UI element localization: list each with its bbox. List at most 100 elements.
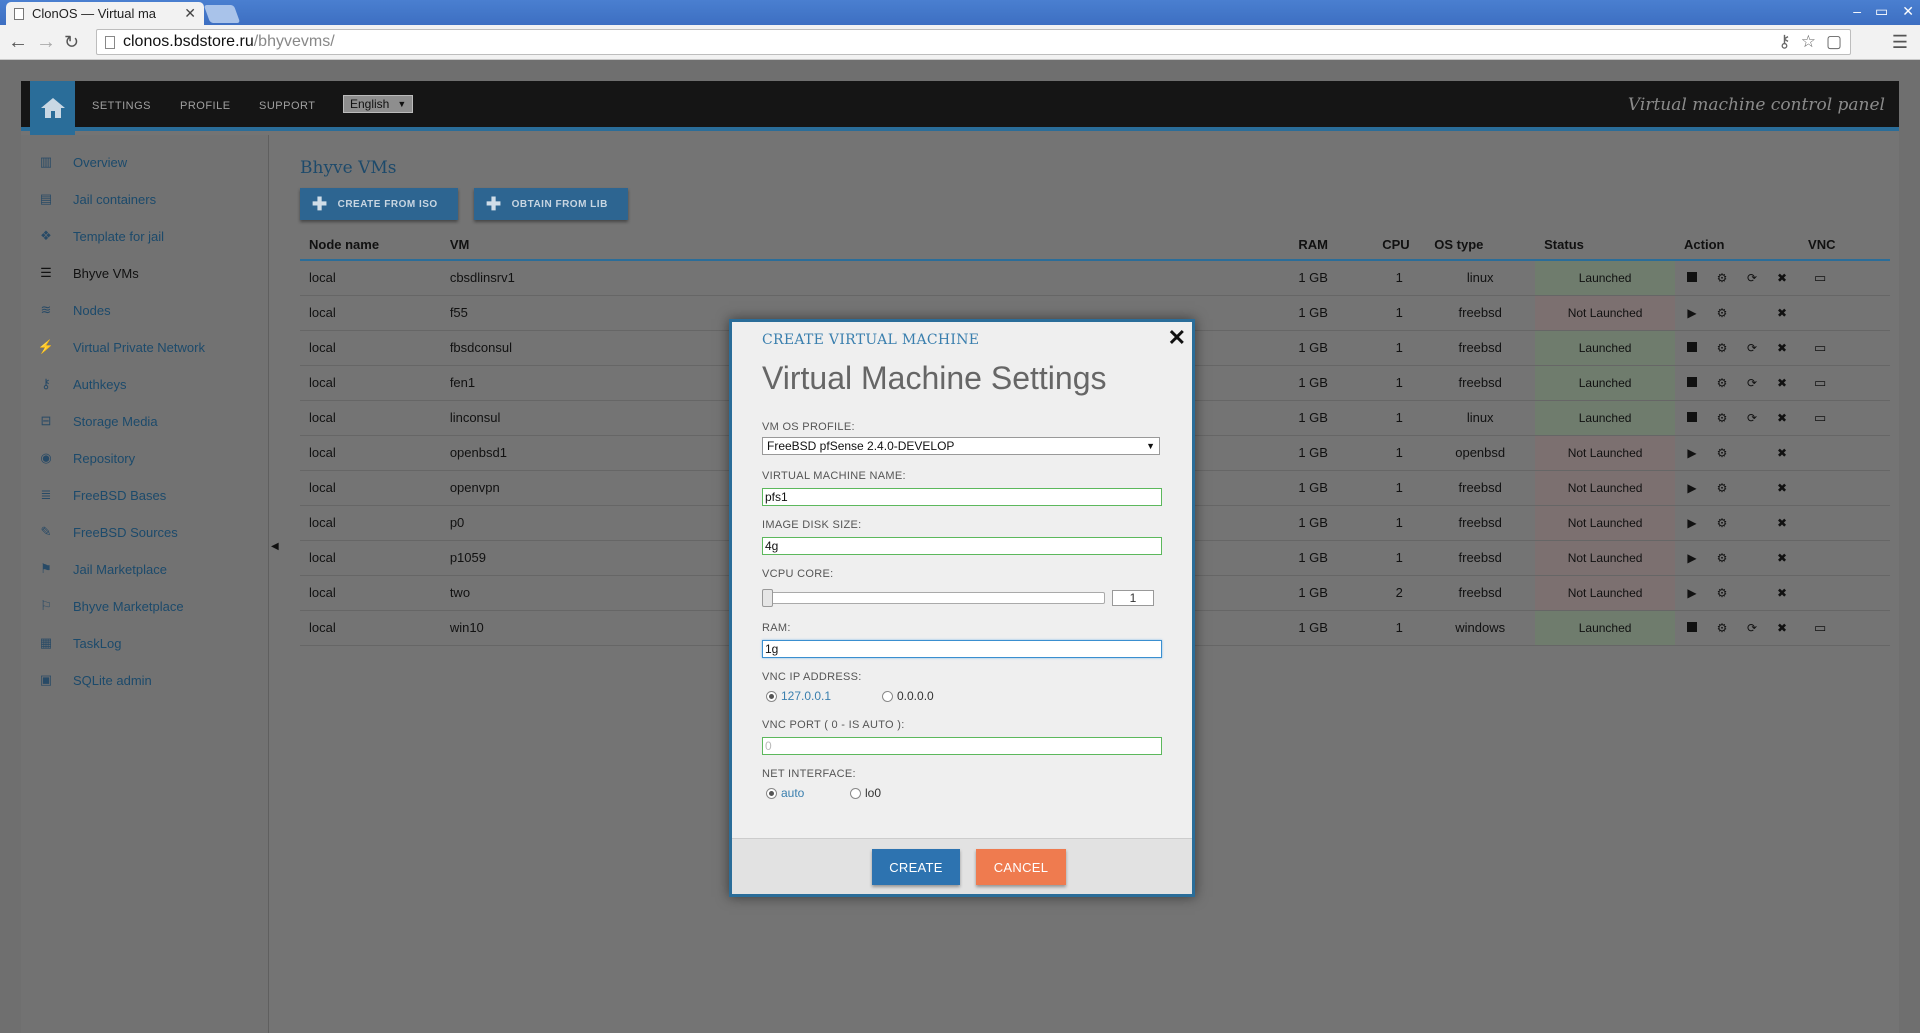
gear-icon[interactable]: ⚙ xyxy=(1714,481,1730,495)
gear-icon[interactable]: ⚙ xyxy=(1714,621,1730,635)
maximize-icon[interactable]: ▭ xyxy=(1875,3,1888,20)
home-button[interactable] xyxy=(30,81,75,135)
delete-icon[interactable]: ✖ xyxy=(1774,411,1790,425)
stop-icon[interactable] xyxy=(1684,271,1700,285)
monitor-icon[interactable]: ▭ xyxy=(1808,620,1826,635)
address-bar[interactable]: clonos.bsdstore.ru/bhyvevms/ ⚷ ☆ ▢ xyxy=(96,29,1851,55)
vm-name-input[interactable]: pfs1 xyxy=(762,488,1162,506)
sidebar-item-authkeys[interactable]: ⚷ Authkeys xyxy=(37,372,126,396)
monitor-icon[interactable]: ▭ xyxy=(1808,410,1826,425)
restart-icon[interactable]: ⟳ xyxy=(1744,271,1760,285)
sidebar-item-vpn[interactable]: ⚡ Virtual Private Network xyxy=(37,335,205,359)
extension-icon[interactable]: ▢ xyxy=(1826,32,1842,52)
cancel-button[interactable]: CANCEL xyxy=(976,849,1066,885)
nav-settings[interactable]: SETTINGS xyxy=(92,81,151,131)
close-icon[interactable]: ✕ xyxy=(1168,325,1186,351)
column-header[interactable]: VM xyxy=(440,230,1290,261)
gear-icon[interactable]: ⚙ xyxy=(1714,341,1730,355)
nav-profile[interactable]: PROFILE xyxy=(180,81,231,131)
column-header[interactable]: Status xyxy=(1535,230,1676,261)
restart-icon[interactable]: ⟳ xyxy=(1744,621,1760,635)
sidebar-item-freebsd-sources[interactable]: ✎ FreeBSD Sources xyxy=(37,520,178,544)
ram-input[interactable]: 1g xyxy=(762,640,1162,658)
play-icon[interactable]: ▶ xyxy=(1684,306,1700,320)
obtain-from-lib-button[interactable]: ✚ OBTAIN FROM LIB xyxy=(474,188,628,220)
sidebar-item-bhyve-marketplace[interactable]: ⚐ Bhyve Marketplace xyxy=(37,594,183,618)
sidebar-item-tasklog[interactable]: ▦ TaskLog xyxy=(37,631,122,655)
minimize-icon[interactable]: – xyxy=(1853,3,1861,20)
delete-icon[interactable]: ✖ xyxy=(1774,446,1790,460)
gear-icon[interactable]: ⚙ xyxy=(1714,411,1730,425)
language-select[interactable]: English ▼ xyxy=(343,95,414,113)
monitor-icon[interactable]: ▭ xyxy=(1808,375,1826,390)
stop-icon[interactable] xyxy=(1684,376,1700,390)
play-icon[interactable]: ▶ xyxy=(1684,551,1700,565)
sidebar-item-bhyve-vms[interactable]: ☰ Bhyve VMs xyxy=(37,261,139,285)
delete-icon[interactable]: ✖ xyxy=(1774,516,1790,530)
sidebar-item-repository[interactable]: ◉ Repository xyxy=(37,446,135,470)
sidebar-item-storage-media[interactable]: ⊟ Storage Media xyxy=(37,409,158,433)
delete-icon[interactable]: ✖ xyxy=(1774,551,1790,565)
new-tab-button[interactable] xyxy=(203,5,241,23)
column-header[interactable]: Node name xyxy=(300,230,441,261)
monitor-icon[interactable]: ▭ xyxy=(1808,270,1826,285)
column-header[interactable]: RAM xyxy=(1289,230,1374,261)
stop-icon[interactable] xyxy=(1684,341,1700,355)
restart-icon[interactable]: ⟳ xyxy=(1744,341,1760,355)
play-icon[interactable]: ▶ xyxy=(1684,516,1700,530)
vcpu-value-input[interactable]: 1 xyxy=(1112,590,1154,606)
vcpu-slider-handle[interactable] xyxy=(762,589,773,607)
gear-icon[interactable]: ⚙ xyxy=(1714,306,1730,320)
vnc-ip-option-any[interactable]: 0.0.0.0 xyxy=(882,689,934,703)
play-icon[interactable]: ▶ xyxy=(1684,481,1700,495)
sidebar-item-jail-containers[interactable]: ▤ Jail containers xyxy=(37,187,156,211)
stop-icon[interactable] xyxy=(1684,411,1700,425)
reload-icon[interactable]: ↻ xyxy=(64,32,79,53)
sidebar-item-overview[interactable]: ▥ Overview xyxy=(37,150,127,174)
sidebar-item-template-for-jail[interactable]: ❖ Template for jail xyxy=(37,224,164,248)
back-icon[interactable]: ← xyxy=(8,31,28,54)
sidebar-collapse-icon[interactable]: ◀ xyxy=(271,541,279,552)
close-window-icon[interactable]: ✕ xyxy=(1902,3,1914,20)
disk-size-input[interactable]: 4g xyxy=(762,537,1162,555)
nav-support[interactable]: SUPPORT xyxy=(259,81,315,131)
delete-icon[interactable]: ✖ xyxy=(1774,621,1790,635)
delete-icon[interactable]: ✖ xyxy=(1774,481,1790,495)
vm-name-cell[interactable]: cbsdlinsrv1 xyxy=(440,260,1290,296)
tab-close-icon[interactable]: ✕ xyxy=(184,5,196,22)
restart-icon[interactable]: ⟳ xyxy=(1744,376,1760,390)
bookmark-star-icon[interactable]: ☆ xyxy=(1801,32,1816,52)
vcpu-slider[interactable] xyxy=(762,592,1105,604)
sidebar-item-jail-marketplace[interactable]: ⚑ Jail Marketplace xyxy=(37,557,167,581)
table-row[interactable]: local cbsdlinsrv1 1 GB 1 linux Launched ⚙ ⟳ ✖ ▭ xyxy=(300,260,1890,296)
gear-icon[interactable]: ⚙ xyxy=(1714,376,1730,390)
sidebar-item-sqlite-admin[interactable]: ▣ SQLite admin xyxy=(37,668,152,692)
create-button[interactable]: CREATE xyxy=(872,849,960,885)
delete-icon[interactable]: ✖ xyxy=(1774,271,1790,285)
net-option-auto[interactable]: auto xyxy=(766,786,804,800)
browser-tab[interactable]: ClonOS — Virtual ma ✕ xyxy=(6,2,204,25)
gear-icon[interactable]: ⚙ xyxy=(1714,271,1730,285)
stop-icon[interactable] xyxy=(1684,621,1700,635)
gear-icon[interactable]: ⚙ xyxy=(1714,516,1730,530)
browser-menu-icon[interactable]: ☰ xyxy=(1892,32,1908,53)
delete-icon[interactable]: ✖ xyxy=(1774,306,1790,320)
key-icon[interactable]: ⚷ xyxy=(1778,32,1790,52)
vnc-port-input[interactable]: 0 xyxy=(762,737,1162,755)
sidebar-item-freebsd-bases[interactable]: ≣ FreeBSD Bases xyxy=(37,483,167,507)
vnc-ip-option-localhost[interactable]: 127.0.0.1 xyxy=(766,689,831,703)
delete-icon[interactable]: ✖ xyxy=(1774,341,1790,355)
create-from-iso-button[interactable]: ✚ CREATE FROM ISO xyxy=(300,188,458,220)
monitor-icon[interactable]: ▭ xyxy=(1808,340,1826,355)
net-option-lo0[interactable]: lo0 xyxy=(850,786,881,800)
forward-icon[interactable]: → xyxy=(36,31,56,54)
restart-icon[interactable]: ⟳ xyxy=(1744,411,1760,425)
play-icon[interactable]: ▶ xyxy=(1684,446,1700,460)
sidebar-item-nodes[interactable]: ≋ Nodes xyxy=(37,298,111,322)
delete-icon[interactable]: ✖ xyxy=(1774,586,1790,600)
gear-icon[interactable]: ⚙ xyxy=(1714,586,1730,600)
gear-icon[interactable]: ⚙ xyxy=(1714,551,1730,565)
column-header[interactable]: OS type xyxy=(1425,230,1536,261)
play-icon[interactable]: ▶ xyxy=(1684,586,1700,600)
column-header[interactable]: CPU xyxy=(1373,230,1426,261)
